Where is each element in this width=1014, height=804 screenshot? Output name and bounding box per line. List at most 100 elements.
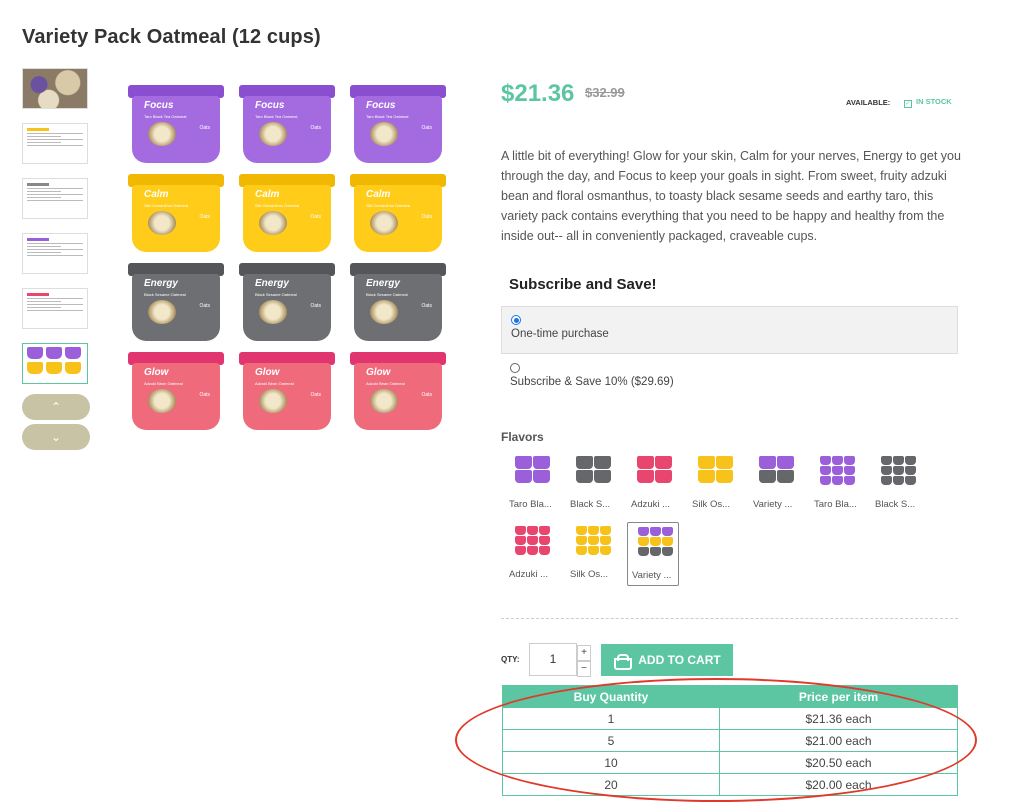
add-to-cart-button[interactable]: ADD TO CART: [601, 644, 733, 676]
thumbnail-up-button[interactable]: ⌃: [22, 394, 90, 420]
qty-input[interactable]: 1: [529, 643, 577, 676]
divider: [501, 618, 958, 619]
product-cup: Calm Silk Osmanthus Oatmeal Oats: [239, 174, 335, 254]
cup-flavor-subtitle: Silk Osmanthus Oatmeal: [255, 203, 300, 208]
option-one-time-purchase[interactable]: One-time purchase: [501, 306, 958, 354]
cup-flavor-subtitle: Adzuki Bean Oatmeal: [144, 381, 183, 386]
option-subscribe-save[interactable]: Subscribe & Save 10% ($29.69): [501, 356, 958, 396]
flavor-thumbnail: [633, 456, 675, 496]
product-cup: Calm Silk Osmanthus Oatmeal Oats: [350, 174, 446, 254]
flavor-label: Taro Bla...: [509, 499, 552, 510]
cup-flavor-name: Calm: [366, 189, 391, 200]
cup-flavor-name: Focus: [144, 100, 174, 111]
flavor-label: Taro Bla...: [814, 499, 857, 510]
cup-flavor-subtitle: Black Sesame Oatmeal: [366, 292, 408, 297]
product-cup: Energy Black Sesame Oatmeal Oats: [350, 263, 446, 343]
cup-claim: Oats: [199, 125, 210, 131]
cup-flavor-name: Energy: [144, 278, 178, 289]
cup-flavor-name: Glow: [366, 367, 391, 378]
cup-flavor-name: Focus: [366, 100, 396, 111]
radio-one-time-purchase[interactable]: [511, 315, 521, 325]
cup-flavor-name: Calm: [144, 189, 169, 200]
cup-flavor-subtitle: Silk Osmanthus Oatmeal: [366, 203, 411, 208]
thumbnail-down-button[interactable]: ⌄: [22, 424, 90, 450]
flavors-label: Flavors: [501, 430, 544, 444]
thumbnail-nutrition-energy[interactable]: [22, 178, 88, 219]
tier-price: $20.50 each: [719, 751, 958, 774]
flavor-thumbnail: [572, 526, 614, 566]
thumbnail-bowl-photo[interactable]: [22, 68, 88, 109]
flavor-option[interactable]: Adzuki ...: [505, 522, 557, 586]
chevron-down-icon: ⌄: [50, 430, 62, 444]
cup-claim: Oats: [421, 125, 432, 131]
flavor-option[interactable]: Black S...: [566, 452, 618, 516]
cup-claim: Oats: [310, 125, 321, 131]
flavor-label: Variety ...: [632, 570, 672, 581]
cup-claim: Oats: [310, 214, 321, 220]
thumbnail-variety-pack[interactable]: [22, 343, 88, 384]
qty-increment-button[interactable]: +: [577, 645, 591, 661]
basket-icon: [613, 653, 633, 670]
cup-flavor-name: Energy: [255, 278, 289, 289]
tier-quantity: 5: [502, 729, 720, 752]
thumbnail-nutrition-calm[interactable]: [22, 123, 88, 164]
product-cup: Glow Adzuki Bean Oatmeal Oats: [128, 352, 224, 432]
cup-claim: Oats: [199, 214, 210, 220]
flavor-label: Variety ...: [753, 499, 793, 510]
cup-flavor-subtitle: Black Sesame Oatmeal: [144, 292, 186, 297]
availability-label: AVAILABLE:: [846, 98, 891, 107]
cup-claim: Oats: [421, 303, 432, 309]
qty-label: QTY:: [501, 655, 520, 664]
tier-quantity: 10: [502, 751, 720, 774]
flavor-option[interactable]: Silk Os...: [566, 522, 618, 586]
thumbnail-nutrition-focus[interactable]: [22, 233, 88, 274]
flavor-option[interactable]: Adzuki ...: [627, 452, 679, 516]
thumbnail-nutrition-glow[interactable]: [22, 288, 88, 329]
quantity-price-table: Buy Quantity Price per item 1 $21.36 each…: [502, 685, 958, 796]
stock-status-text: IN STOCK: [916, 97, 952, 106]
flavor-option[interactable]: Variety ...: [749, 452, 801, 516]
option-label: One-time purchase: [511, 328, 609, 340]
chevron-up-icon: ⌃: [50, 400, 62, 414]
flavor-option[interactable]: Taro Bla...: [810, 452, 862, 516]
product-cup: Focus Taro Black Tea Oatmeal Oats: [239, 85, 335, 165]
flavor-thumbnail: [755, 456, 797, 496]
qty-decrement-button[interactable]: −: [577, 661, 591, 677]
cup-flavor-name: Glow: [144, 367, 169, 378]
cup-flavor-subtitle: Taro Black Tea Oatmeal: [366, 114, 409, 119]
product-cup: Energy Black Sesame Oatmeal Oats: [239, 263, 335, 343]
cup-claim: Oats: [310, 303, 321, 309]
flavor-label: Silk Os...: [570, 569, 609, 580]
flavor-option[interactable]: Silk Os...: [688, 452, 740, 516]
cup-flavor-subtitle: Adzuki Bean Oatmeal: [255, 381, 294, 386]
flavor-thumbnail: [816, 456, 858, 496]
tier-price: $20.00 each: [719, 773, 958, 796]
cup-claim: Oats: [310, 392, 321, 398]
tier-price: $21.36 each: [719, 707, 958, 730]
table-row: 1 $21.36 each: [502, 707, 958, 730]
tier-price: $21.00 each: [719, 729, 958, 752]
column-header-buy-quantity: Buy Quantity: [502, 685, 720, 708]
original-price: $32.99: [585, 85, 625, 100]
cup-flavor-name: Glow: [255, 367, 280, 378]
flavor-option[interactable]: Variety ...: [627, 522, 679, 586]
product-main-image[interactable]: Focus Taro Black Tea Oatmeal Oats Focus Taro…: [128, 85, 452, 437]
cup-flavor-subtitle: Taro Black Tea Oatmeal: [144, 114, 187, 119]
option-label: Subscribe & Save 10% ($29.69): [510, 376, 674, 388]
product-description: A little bit of everything! Glow for you…: [501, 149, 961, 243]
cup-flavor-name: Calm: [255, 189, 280, 200]
table-row: 5 $21.00 each: [502, 729, 958, 752]
subscribe-title: Subscribe and Save!: [509, 276, 657, 293]
cup-claim: Oats: [199, 392, 210, 398]
flavor-option[interactable]: Black S...: [871, 452, 923, 516]
flavor-option[interactable]: Taro Bla...: [505, 452, 557, 516]
table-row: 10 $20.50 each: [502, 751, 958, 774]
stock-status: ✓ IN STOCK: [904, 97, 952, 108]
flavor-label: Adzuki ...: [509, 569, 549, 580]
flavor-thumbnail: [877, 456, 919, 496]
product-cup: Glow Adzuki Bean Oatmeal Oats: [350, 352, 446, 432]
radio-subscribe-save[interactable]: [510, 363, 520, 373]
cup-flavor-subtitle: Silk Osmanthus Oatmeal: [144, 203, 189, 208]
tier-quantity: 1: [502, 707, 720, 730]
cup-flavor-subtitle: Black Sesame Oatmeal: [255, 292, 297, 297]
